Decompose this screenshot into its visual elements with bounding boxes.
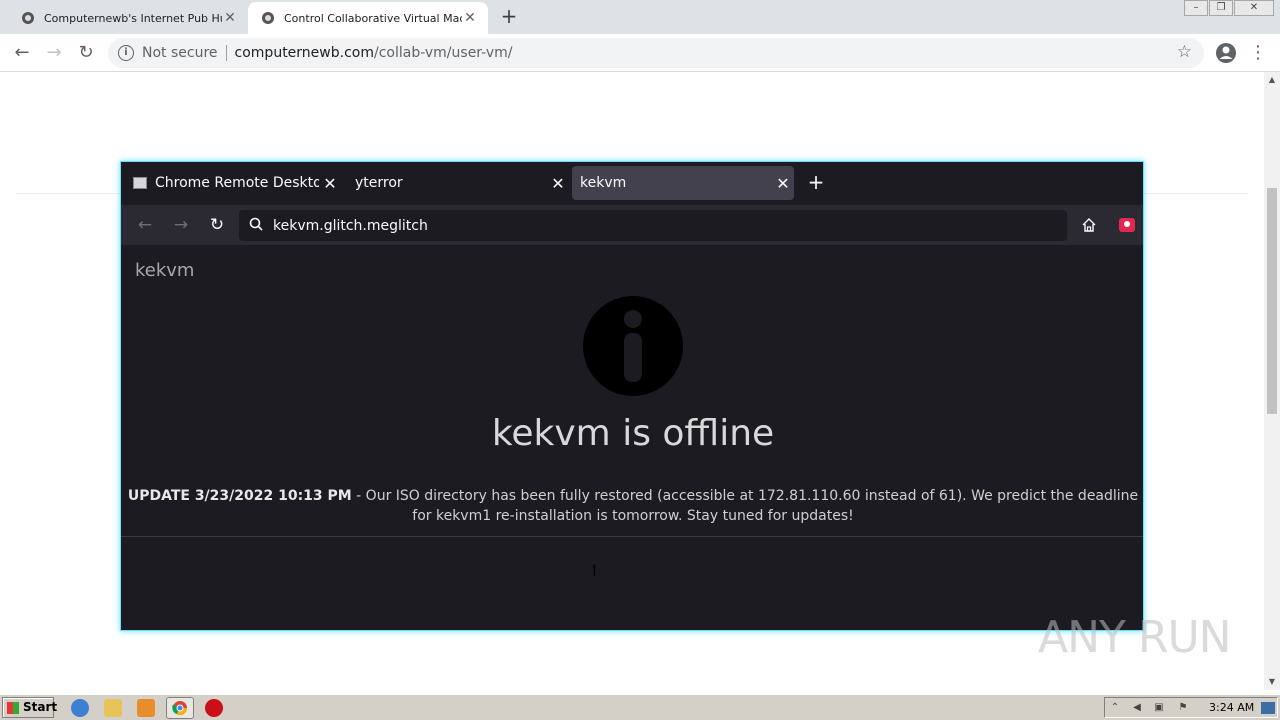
new-tab-button[interactable]: + [498, 6, 520, 28]
forward-arrow-icon[interactable]: → [42, 41, 66, 65]
clock[interactable]: 3:24 AM [1209, 701, 1254, 714]
close-tab-icon[interactable]: ✕ [319, 174, 341, 193]
scroll-down-icon[interactable]: ▼ [1264, 674, 1280, 690]
address-bar[interactable]: i Not secure computernewb.com /collab-vm… [108, 38, 1204, 68]
vm-navigation-bar: ← → ↻ kekvm.glitch.meglitch [121, 205, 1143, 245]
search-icon [249, 217, 265, 235]
bookmark-star-icon[interactable]: ☆ [1177, 42, 1192, 62]
close-tab-icon[interactable]: ✕ [547, 174, 569, 193]
tab-title: Computernewb's Internet Pub Hub [44, 11, 222, 25]
info-icon-bar [624, 333, 642, 382]
menu-kebab-icon[interactable]: ⋮ [1246, 41, 1270, 65]
network-icon[interactable]: ▣ [1153, 702, 1165, 714]
start-label: Start [23, 700, 58, 714]
volume-icon[interactable]: ◀ [1131, 702, 1143, 714]
reload-icon[interactable]: ↻ [205, 213, 229, 237]
security-label: Not secure [142, 45, 218, 61]
remote-desktop-icon [133, 177, 147, 189]
browser-tab-strip: Computernewb's Internet Pub Hub ✕ Contro… [0, 0, 1280, 34]
update-label: UPDATE 3/23/2022 10:13 PM [127, 488, 352, 504]
vm-url-text: kekvm.glitch.meglitch [273, 217, 428, 234]
browser-tab-pub-hub[interactable]: Computernewb's Internet Pub Hub ✕ [8, 2, 248, 34]
url-host: computernewb.com [234, 45, 374, 61]
vm-tab-kekvm[interactable]: kekvm ✕ [572, 166, 794, 200]
vm-page-content: kekvm kekvm is offline UPDATE 3/23/2022 … [121, 245, 1143, 630]
update-body: - Our ISO directory has been fully resto… [351, 488, 1139, 524]
site-name: kekvm [135, 260, 195, 281]
chrome-taskbar-button[interactable] [166, 697, 194, 719]
omnibox-separator [225, 45, 227, 61]
opera-icon[interactable] [205, 699, 223, 717]
action-center-flag-icon[interactable]: ⚑ [1177, 702, 1189, 714]
browser-tab-collab-vm[interactable]: Control Collaborative Virtual Machine ✕ [248, 2, 488, 34]
profile-avatar-icon[interactable] [1214, 41, 1238, 65]
home-icon[interactable] [1077, 213, 1101, 237]
info-icon-dot [624, 310, 642, 328]
back-arrow-icon[interactable]: ← [10, 41, 34, 65]
vm-tab-yterror[interactable]: yterror ✕ [347, 166, 569, 200]
offline-heading: kekvm is offline [491, 413, 775, 454]
vm-tab-title: yterror [355, 175, 403, 191]
windows-logo-icon [7, 702, 19, 714]
reload-icon[interactable]: ↻ [74, 41, 98, 65]
update-notice: UPDATE 3/23/2022 10:13 PM - Our ISO dire… [125, 486, 1141, 526]
page-scrollbar[interactable]: ▲ ▼ [1264, 72, 1280, 690]
vm-tab-title: Chrome Remote Desktop [155, 175, 319, 191]
ie-icon[interactable] [71, 699, 89, 717]
tab-title: Control Collaborative Virtual Machine [284, 11, 462, 25]
system-tray: ⌃ ◀ ▣ ⚑ 3:24 AM [1104, 697, 1278, 718]
divider [121, 536, 1143, 537]
vm-new-tab-button[interactable]: + [805, 172, 827, 194]
youtube-extension-icon[interactable] [1119, 218, 1135, 232]
browser-toolbar: ← → ↻ i Not secure computernewb.com /col… [0, 34, 1280, 72]
close-tab-icon[interactable]: ✕ [772, 174, 794, 193]
windows-taskbar: Start ⌃ ◀ ▣ ⚑ 3:24 AM [0, 694, 1280, 720]
back-arrow-icon[interactable]: ← [133, 213, 157, 237]
show-desktop-icon[interactable] [1261, 702, 1275, 714]
scroll-thumb[interactable] [1267, 188, 1277, 414]
explorer-icon[interactable] [104, 699, 122, 717]
forward-arrow-icon[interactable]: → [169, 213, 193, 237]
chrome-icon [172, 701, 187, 715]
scroll-up-icon[interactable]: ▲ [1264, 72, 1280, 88]
info-icon [583, 296, 683, 396]
info-icon[interactable]: i [118, 45, 134, 61]
minimize-button[interactable]: – [1184, 0, 1208, 16]
url-path: /collab-vm/user-vm/ [373, 45, 513, 61]
vm-tab-chrome-remote-desktop[interactable]: Chrome Remote Desktop ✕ [129, 166, 341, 200]
computernewb-favicon-icon [260, 10, 276, 26]
vm-tab-strip: Chrome Remote Desktop ✕ yterror ✕ kekvm … [121, 162, 1143, 205]
close-tab-icon[interactable]: ✕ [462, 10, 478, 26]
start-button[interactable]: Start [2, 697, 58, 718]
vm-tab-title: kekvm [580, 175, 627, 191]
vm-address-bar[interactable]: kekvm.glitch.meglitch [239, 210, 1067, 241]
computernewb-favicon-icon [20, 10, 36, 26]
media-player-icon[interactable] [137, 699, 155, 717]
tray-expand-icon[interactable]: ⌃ [1109, 702, 1121, 714]
restore-button[interactable]: ❐ [1209, 0, 1233, 16]
vm-screen[interactable]: Chrome Remote Desktop ✕ yterror ✕ kekvm … [120, 161, 1144, 631]
close-tab-icon[interactable]: ✕ [222, 10, 238, 26]
text-cursor-icon: I [592, 561, 597, 580]
window-close-button[interactable]: ✕ [1234, 0, 1274, 16]
anyrun-watermark: ANY RUN [1038, 612, 1232, 663]
